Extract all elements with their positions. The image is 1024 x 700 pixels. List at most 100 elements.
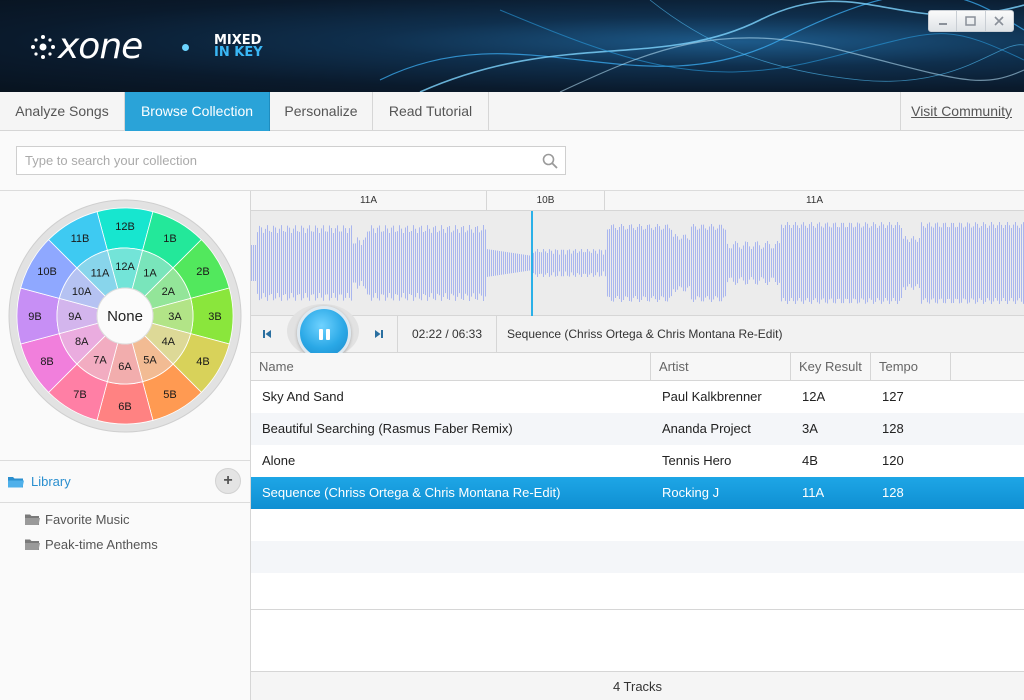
cell-name: Alone xyxy=(262,453,296,468)
wheel-key-label: 9B xyxy=(28,311,41,323)
column-header-key-result[interactable]: Key Result xyxy=(791,353,871,381)
playlist-favorite-music[interactable]: Favorite Music xyxy=(24,509,130,529)
folder-icon xyxy=(25,539,40,550)
wheel-key-label: 3B xyxy=(208,311,221,323)
pause-button[interactable] xyxy=(297,306,351,360)
table-row[interactable] xyxy=(251,573,1024,605)
table-row[interactable] xyxy=(251,541,1024,573)
table-row[interactable]: Alone Tennis Hero 4B 120 xyxy=(251,445,1024,477)
playhead[interactable] xyxy=(531,211,533,316)
cell-key: 11A xyxy=(802,485,825,500)
maximize-icon[interactable] xyxy=(957,11,986,31)
key-segment[interactable]: 11A xyxy=(251,191,487,211)
minimize-icon[interactable] xyxy=(929,11,958,31)
cell-name: Sequence (Chriss Ortega & Chris Montana … xyxy=(262,485,561,500)
xone-logo-icon xyxy=(31,35,55,59)
wheel-key-label: 3A xyxy=(168,311,182,323)
cell-tempo: 128 xyxy=(882,485,904,500)
search-input[interactable] xyxy=(16,146,566,175)
playlist-label: Favorite Music xyxy=(45,511,130,527)
cell-tempo: 128 xyxy=(882,421,904,436)
folder-open-icon xyxy=(8,477,24,488)
wheel-key-label: 12A xyxy=(115,261,135,273)
wheel-key-label: 8B xyxy=(40,356,53,368)
table-body: Sky And Sand Paul Kalkbrenner 12A 127 Beauti… xyxy=(251,381,1024,605)
logo-separator-dot xyxy=(182,44,189,51)
xone-logo-text: xone xyxy=(58,26,143,67)
wheel-key-label: 5A xyxy=(143,354,157,366)
wheel-key-label: 5B xyxy=(163,389,176,401)
tab-analyze-songs[interactable]: Analyze Songs xyxy=(0,92,125,131)
key-segment[interactable]: 11A xyxy=(605,191,1024,211)
tab-personalize[interactable]: Personalize xyxy=(270,92,373,131)
wheel-key-label: 1A xyxy=(143,268,157,280)
left-panel: 12B 12A 1B 1A 2B 2A 3B 3A 4B 4A 5B 5A 6B 6A 7B 7A 8B 8A 9B… xyxy=(0,191,251,700)
library-label[interactable]: Library xyxy=(31,474,71,489)
time-display: 02:22 / 06:33 xyxy=(397,316,497,353)
track-table: Name Artist Key Result Tempo Sky And San… xyxy=(251,353,1024,605)
pause-icon-bar xyxy=(326,329,330,340)
wheel-key-label: 10A xyxy=(72,286,92,298)
camelot-wheel-area: 12B 12A 1B 1A 2B 2A 3B 3A 4B 4A 5B 5A 6B 6A 7B 7A 8B 8A 9B… xyxy=(0,191,250,461)
search-bar xyxy=(0,131,1024,191)
playlist-label: Peak-time Anthems xyxy=(45,536,158,552)
pause-icon-bar xyxy=(319,329,323,340)
mixed-in-key-logo-line2: IN KEY xyxy=(214,45,263,60)
wheel-key-label: 11A xyxy=(91,268,110,280)
cell-key: 12A xyxy=(802,389,826,404)
cell-artist: Paul Kalkbrenner xyxy=(662,389,762,404)
previous-track-icon[interactable] xyxy=(261,328,273,340)
wheel-key-label: 1B xyxy=(163,233,176,245)
main-tabs: Analyze Songs Browse Collection Personal… xyxy=(0,92,1024,131)
wheel-key-label: 9A xyxy=(68,311,82,323)
transport-bar: 02:22 / 06:33 Sequence (Chriss Ortega & … xyxy=(251,304,1024,360)
now-playing-title: Sequence (Chriss Ortega & Chris Montana … xyxy=(507,327,783,341)
key-strip: 11A 10B 11A xyxy=(251,191,1024,211)
wheel-key-label: 7B xyxy=(73,389,86,401)
search-icon[interactable] xyxy=(542,153,558,169)
column-header-name[interactable]: Name xyxy=(251,353,651,381)
cell-tempo: 127 xyxy=(882,389,904,404)
add-playlist-button[interactable]: + xyxy=(215,468,241,494)
close-icon[interactable] xyxy=(986,11,1013,31)
app-header: xone MIXED IN KEY xyxy=(0,0,1024,92)
waveform-graphic xyxy=(251,222,1024,304)
tab-read-tutorial[interactable]: Read Tutorial xyxy=(373,92,489,131)
library-row[interactable]: Library + xyxy=(0,461,250,503)
wheel-key-label: 11B xyxy=(71,233,90,245)
cell-artist: Rocking J xyxy=(662,485,720,500)
wheel-key-label: 8A xyxy=(75,336,89,348)
column-header-artist[interactable]: Artist xyxy=(651,353,791,381)
mixed-in-key-logo: MIXED IN KEY xyxy=(214,34,263,60)
table-row[interactable]: Beautiful Searching (Rasmus Faber Remix)… xyxy=(251,413,1024,445)
waveform[interactable] xyxy=(251,211,1024,316)
camelot-wheel: 12B 12A 1B 1A 2B 2A 3B 3A 4B 4A 5B 5A 6B 6A 7B 7A 8B 8A 9B… xyxy=(8,199,242,433)
wheel-key-label: 4A xyxy=(162,336,176,348)
visit-community-link[interactable]: Visit Community xyxy=(900,92,1012,131)
playlist-peak-time-anthems[interactable]: Peak-time Anthems xyxy=(24,534,158,554)
xone-logo: xone xyxy=(30,26,143,67)
wheel-key-label: 2B xyxy=(196,266,209,278)
wheel-key-label: 12B xyxy=(115,221,135,233)
wheel-key-label: 6A xyxy=(118,361,132,373)
wheel-key-label: 2A xyxy=(162,286,176,298)
table-row[interactable]: Sky And Sand Paul Kalkbrenner 12A 127 xyxy=(251,381,1024,413)
wheel-center-label: None xyxy=(107,308,143,325)
cell-tempo: 120 xyxy=(882,453,904,468)
table-row[interactable] xyxy=(251,509,1024,541)
table-empty-area xyxy=(251,609,1024,671)
window-controls xyxy=(928,10,1014,32)
cell-artist: Ananda Project xyxy=(662,421,751,436)
cell-name: Beautiful Searching (Rasmus Faber Remix) xyxy=(262,421,513,436)
column-header-tempo[interactable]: Tempo xyxy=(871,353,951,381)
track-count: 4 Tracks xyxy=(612,679,663,694)
wheel-key-label: 4B xyxy=(196,356,209,368)
wheel-key-label: 6B xyxy=(118,401,131,413)
table-row[interactable]: Sequence (Chriss Ortega & Chris Montana … xyxy=(251,477,1024,509)
status-bar: 4 Tracks xyxy=(251,671,1024,700)
next-track-icon[interactable] xyxy=(373,328,385,340)
key-segment[interactable]: 10B xyxy=(487,191,605,211)
cell-artist: Tennis Hero xyxy=(662,453,732,468)
table-header: Name Artist Key Result Tempo xyxy=(251,353,1024,381)
tab-browse-collection[interactable]: Browse Collection xyxy=(125,92,270,131)
